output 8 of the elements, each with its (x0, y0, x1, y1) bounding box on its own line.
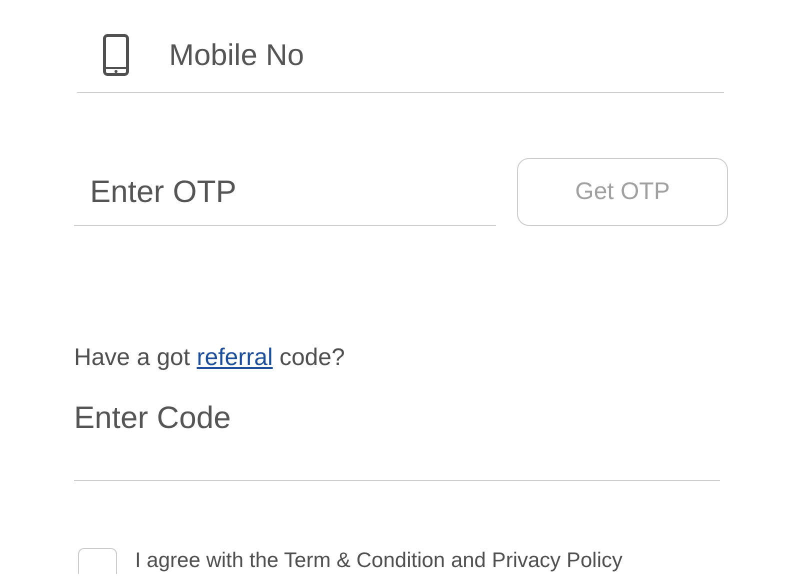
referral-prompt: Have a got referral code? (74, 343, 345, 373)
terms-label: I agree with the Term & Condition and Privacy Policy (135, 549, 623, 573)
code-field[interactable]: Enter Code (74, 395, 720, 442)
mobile-field[interactable]: Mobile No (169, 32, 724, 78)
referral-link[interactable]: referral (196, 344, 273, 371)
otp-field[interactable]: Enter OTP (90, 169, 480, 216)
terms-checkbox[interactable] (78, 548, 117, 574)
smartphone-icon (103, 34, 129, 76)
